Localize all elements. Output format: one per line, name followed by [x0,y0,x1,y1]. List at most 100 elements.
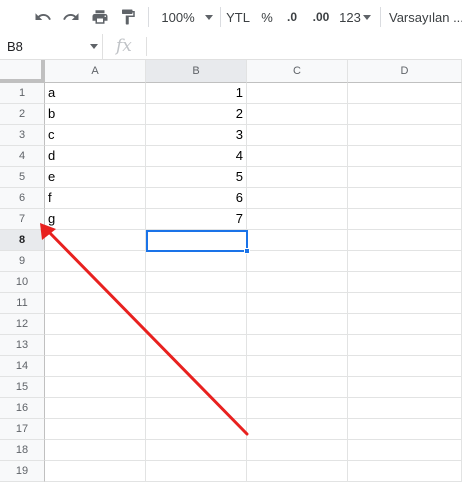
cell-d17[interactable] [348,419,462,440]
cell-b5[interactable]: 5 [146,167,247,188]
cell-b19[interactable] [146,461,247,482]
cell-b4[interactable]: 4 [146,146,247,167]
cell-b6[interactable]: 6 [146,188,247,209]
cell-a6[interactable]: f [45,188,146,209]
cell-a4[interactable]: d [45,146,146,167]
fill-handle[interactable] [244,248,250,254]
cell-b15[interactable] [146,377,247,398]
undo-icon[interactable] [30,0,56,34]
row-header-11[interactable]: 11 [0,293,45,314]
cell-d8[interactable] [348,230,462,251]
cell-c17[interactable] [247,419,348,440]
cell-b7[interactable]: 7 [146,209,247,230]
cell-a10[interactable] [45,272,146,293]
cell-a1[interactable]: a [45,83,146,104]
row-header-3[interactable]: 3 [0,125,45,146]
cell-a7[interactable]: g [45,209,146,230]
cell-d2[interactable] [348,104,462,125]
print-icon[interactable] [87,0,113,34]
cell-b10[interactable] [146,272,247,293]
row-header-15[interactable]: 15 [0,377,45,398]
cell-b3[interactable]: 3 [146,125,247,146]
cell-a18[interactable] [45,440,146,461]
zoom-select[interactable]: 100% [156,0,218,34]
redo-icon[interactable] [58,0,84,34]
cell-d3[interactable] [348,125,462,146]
name-box[interactable]: B8 [0,34,103,59]
cell-c3[interactable] [247,125,348,146]
cell-d9[interactable] [348,251,462,272]
cell-c12[interactable] [247,314,348,335]
increase-decimal-button[interactable]: .00 [308,0,334,34]
cell-b12[interactable] [146,314,247,335]
cell-b16[interactable] [146,398,247,419]
paint-format-icon[interactable] [115,0,141,34]
cell-c2[interactable] [247,104,348,125]
cell-c6[interactable] [247,188,348,209]
cell-c8[interactable] [247,230,348,251]
cell-d12[interactable] [348,314,462,335]
cell-c16[interactable] [247,398,348,419]
font-select[interactable]: Varsayılan ... [389,0,462,34]
cell-c7[interactable] [247,209,348,230]
cell-b18[interactable] [146,440,247,461]
cell-a13[interactable] [45,335,146,356]
cell-a17[interactable] [45,419,146,440]
cell-a2[interactable]: b [45,104,146,125]
cell-d19[interactable] [348,461,462,482]
row-header-6[interactable]: 6 [0,188,45,209]
cell-d5[interactable] [348,167,462,188]
cell-c11[interactable] [247,293,348,314]
cell-a5[interactable]: e [45,167,146,188]
cell-d6[interactable] [348,188,462,209]
cell-c14[interactable] [247,356,348,377]
cell-c19[interactable] [247,461,348,482]
column-header-d[interactable]: D [348,60,462,83]
cell-d15[interactable] [348,377,462,398]
cell-b17[interactable] [146,419,247,440]
cell-b1[interactable]: 1 [146,83,247,104]
formula-input[interactable] [152,34,462,59]
cell-c1[interactable] [247,83,348,104]
row-header-9[interactable]: 9 [0,251,45,272]
more-formats-button[interactable]: 123 [338,0,372,34]
cell-c18[interactable] [247,440,348,461]
cell-a3[interactable]: c [45,125,146,146]
cell-c10[interactable] [247,272,348,293]
cell-d7[interactable] [348,209,462,230]
cell-b13[interactable] [146,335,247,356]
cell-c5[interactable] [247,167,348,188]
row-header-17[interactable]: 17 [0,419,45,440]
currency-button[interactable]: YTL [225,0,251,34]
cell-d11[interactable] [348,293,462,314]
cell-a11[interactable] [45,293,146,314]
percent-button[interactable]: % [256,0,278,34]
row-header-12[interactable]: 12 [0,314,45,335]
cell-b8[interactable] [146,230,247,251]
cell-a8[interactable] [45,230,146,251]
cell-d14[interactable] [348,356,462,377]
row-header-13[interactable]: 13 [0,335,45,356]
row-header-4[interactable]: 4 [0,146,45,167]
column-header-c[interactable]: C [247,60,348,83]
cell-a15[interactable] [45,377,146,398]
cell-d16[interactable] [348,398,462,419]
row-header-2[interactable]: 2 [0,104,45,125]
cell-c9[interactable] [247,251,348,272]
cell-a9[interactable] [45,251,146,272]
cell-d13[interactable] [348,335,462,356]
cell-a16[interactable] [45,398,146,419]
cell-a12[interactable] [45,314,146,335]
cell-d1[interactable] [348,83,462,104]
cell-d18[interactable] [348,440,462,461]
row-header-8[interactable]: 8 [0,230,45,251]
decrease-decimal-button[interactable]: .0 [281,0,303,34]
column-header-b[interactable]: B [146,60,247,83]
cell-a19[interactable] [45,461,146,482]
row-header-7[interactable]: 7 [0,209,45,230]
cell-d10[interactable] [348,272,462,293]
row-header-5[interactable]: 5 [0,167,45,188]
row-header-14[interactable]: 14 [0,356,45,377]
cell-c13[interactable] [247,335,348,356]
cell-c4[interactable] [247,146,348,167]
